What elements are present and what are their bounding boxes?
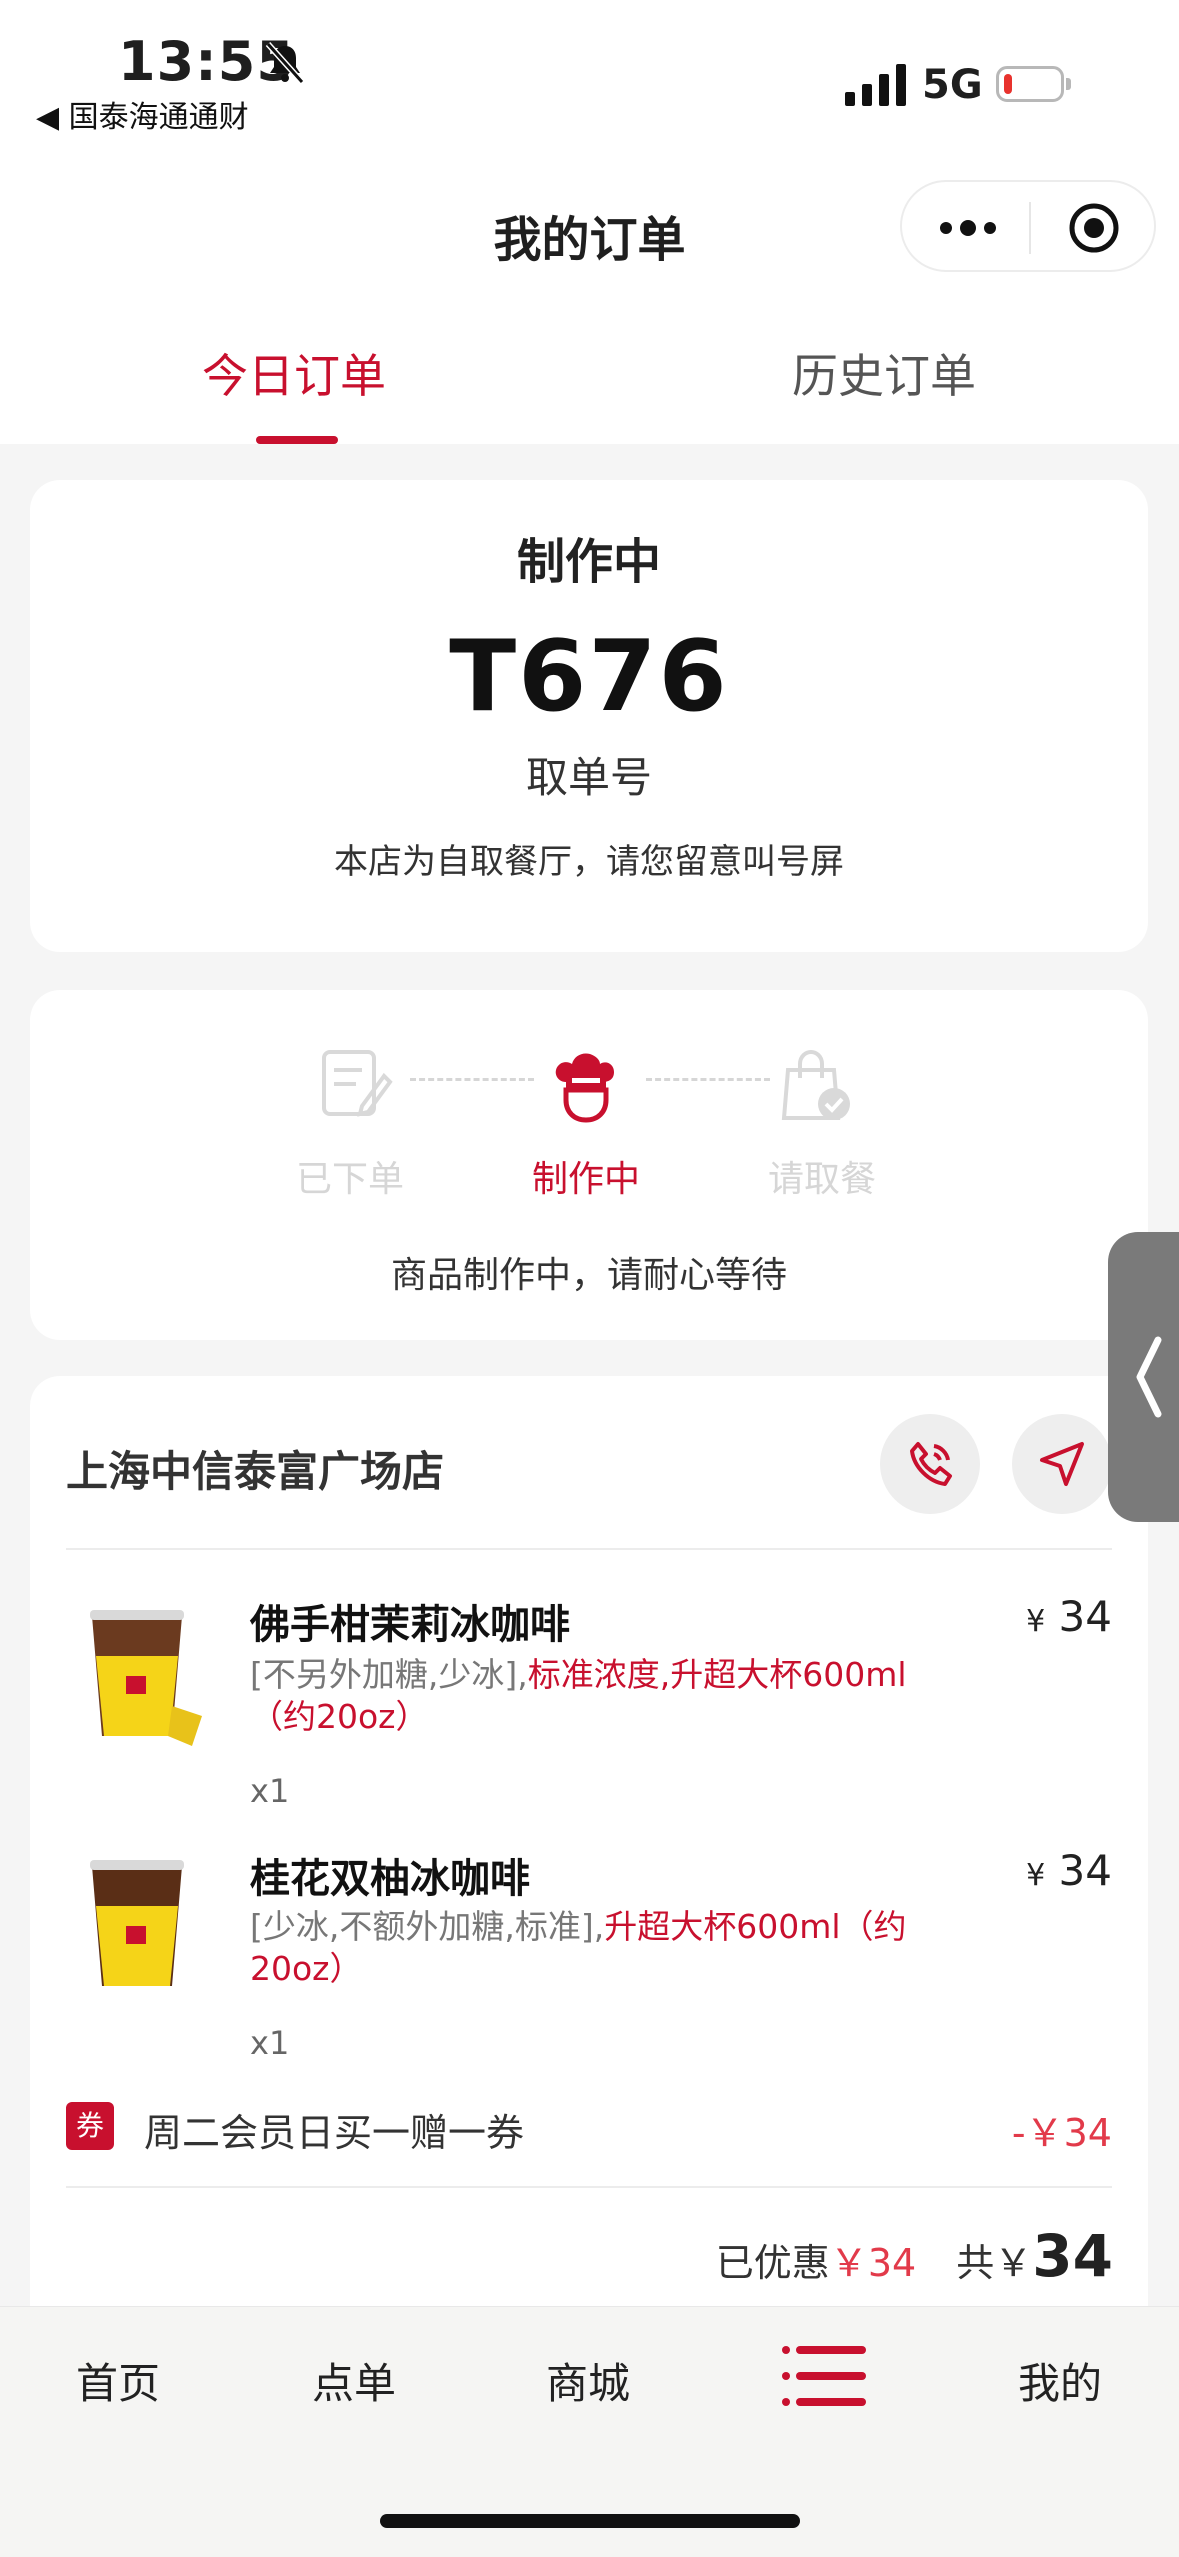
item-options-plain: [少冰,不额外加糖,标准],: [250, 1907, 605, 1946]
battery-icon: [996, 66, 1071, 102]
order-progress-card: 已下单 制作中 请取餐 商品制作中，请耐心等待: [30, 990, 1148, 1340]
progress-connector: [646, 1078, 770, 1081]
item-image: [90, 1860, 184, 1986]
side-drawer-handle[interactable]: [1108, 1232, 1179, 1522]
item-price: ¥ 34: [992, 1592, 1112, 1641]
discount-value: ￥34: [829, 2241, 917, 2285]
item-price: ¥ 34: [992, 1846, 1112, 1895]
total-label: 共￥: [956, 2241, 1033, 2285]
discount-label: 已优惠: [715, 2241, 830, 2285]
step-label-placed: 已下单: [296, 1159, 405, 1200]
item-name: 佛手柑茉莉冰咖啡: [250, 1602, 570, 1648]
chef-hat-icon: [555, 1053, 614, 1123]
coupon-discount: -￥34: [1011, 2111, 1112, 2155]
item-quantity: x1: [250, 2024, 290, 2062]
close-miniprogram-icon[interactable]: [1068, 202, 1120, 254]
tab-history-orders[interactable]: 历史订单: [792, 340, 976, 406]
item-quantity: x1: [250, 1772, 290, 1810]
step-label-making: 制作中: [532, 1159, 641, 1200]
progress-message: 商品制作中，请耐心等待: [390, 1255, 787, 1296]
order-status-title: 制作中: [516, 534, 661, 590]
chevron-left-icon: [1136, 1336, 1162, 1418]
item-image: [90, 1610, 202, 1746]
more-options-icon[interactable]: [938, 208, 998, 248]
capsule-divider: [1029, 202, 1031, 254]
item-price-value: 34: [1058, 1846, 1112, 1895]
item-options: [不另外加糖,少冰],标准浓度,升超大杯600ml（约20oz）: [250, 1654, 950, 1738]
active-tab-indicator: [256, 436, 338, 444]
tabbar-item-home[interactable]: 首页: [38, 2350, 198, 2411]
pickup-bag-icon: [781, 1049, 850, 1120]
tabbar-item-me[interactable]: 我的: [980, 2350, 1140, 2411]
item-name: 桂花双柚冰咖啡: [250, 1856, 530, 1902]
signal-icon: [845, 64, 906, 106]
tab-today-orders[interactable]: 今日订单: [202, 340, 386, 406]
tabbar-item-orders-menu-icon[interactable]: [780, 2344, 868, 2408]
order-placed-icon: [322, 1050, 393, 1117]
currency-symbol: ¥: [1026, 1858, 1046, 1893]
call-store-button[interactable]: [880, 1414, 980, 1514]
item-options: [少冰,不额外加糖,标准],升超大杯600ml（约20oz）: [250, 1906, 950, 1990]
tabbar-item-mall[interactable]: 商城: [508, 2350, 668, 2411]
coupon-name: 周二会员日买一赠一券: [144, 2111, 525, 2155]
item-options-plain: [不另外加糖,少冰],: [250, 1655, 528, 1694]
pickup-number-label: 取单号: [525, 753, 652, 802]
mute-bell-icon: [265, 41, 305, 85]
coupon-badge: 券: [66, 2102, 114, 2150]
step-label-pickup: 请取餐: [768, 1159, 877, 1200]
progress-connector: [410, 1078, 534, 1081]
back-to-app-link[interactable]: ◀ 国泰海通通财: [36, 92, 249, 136]
navigate-store-button[interactable]: [1012, 1414, 1112, 1514]
store-divider: [66, 1548, 1112, 1550]
pickup-notice: 本店为自取餐厅，请您留意叫号屏: [334, 842, 844, 882]
network-type: 5G: [922, 62, 983, 108]
miniprogram-capsule: [900, 180, 1156, 272]
item-price-value: 34: [1058, 1592, 1112, 1641]
tabbar-item-order[interactable]: 点单: [274, 2350, 434, 2411]
phone-icon: [910, 1442, 952, 1486]
pickup-number: T676: [449, 620, 729, 734]
order-status-card: 制作中 T676 取单号 本店为自取餐厅，请您留意叫号屏: [30, 480, 1148, 952]
currency-symbol: ¥: [1026, 1604, 1046, 1639]
home-indicator: [380, 2514, 800, 2528]
coupon-divider: [66, 2186, 1112, 2188]
navigation-arrow-icon: [1040, 1442, 1084, 1486]
order-totals: 已优惠￥34 共￥34: [716, 2222, 1113, 2290]
total-value: 34: [1032, 2222, 1113, 2290]
store-name: 上海中信泰富广场店: [66, 1447, 445, 1496]
